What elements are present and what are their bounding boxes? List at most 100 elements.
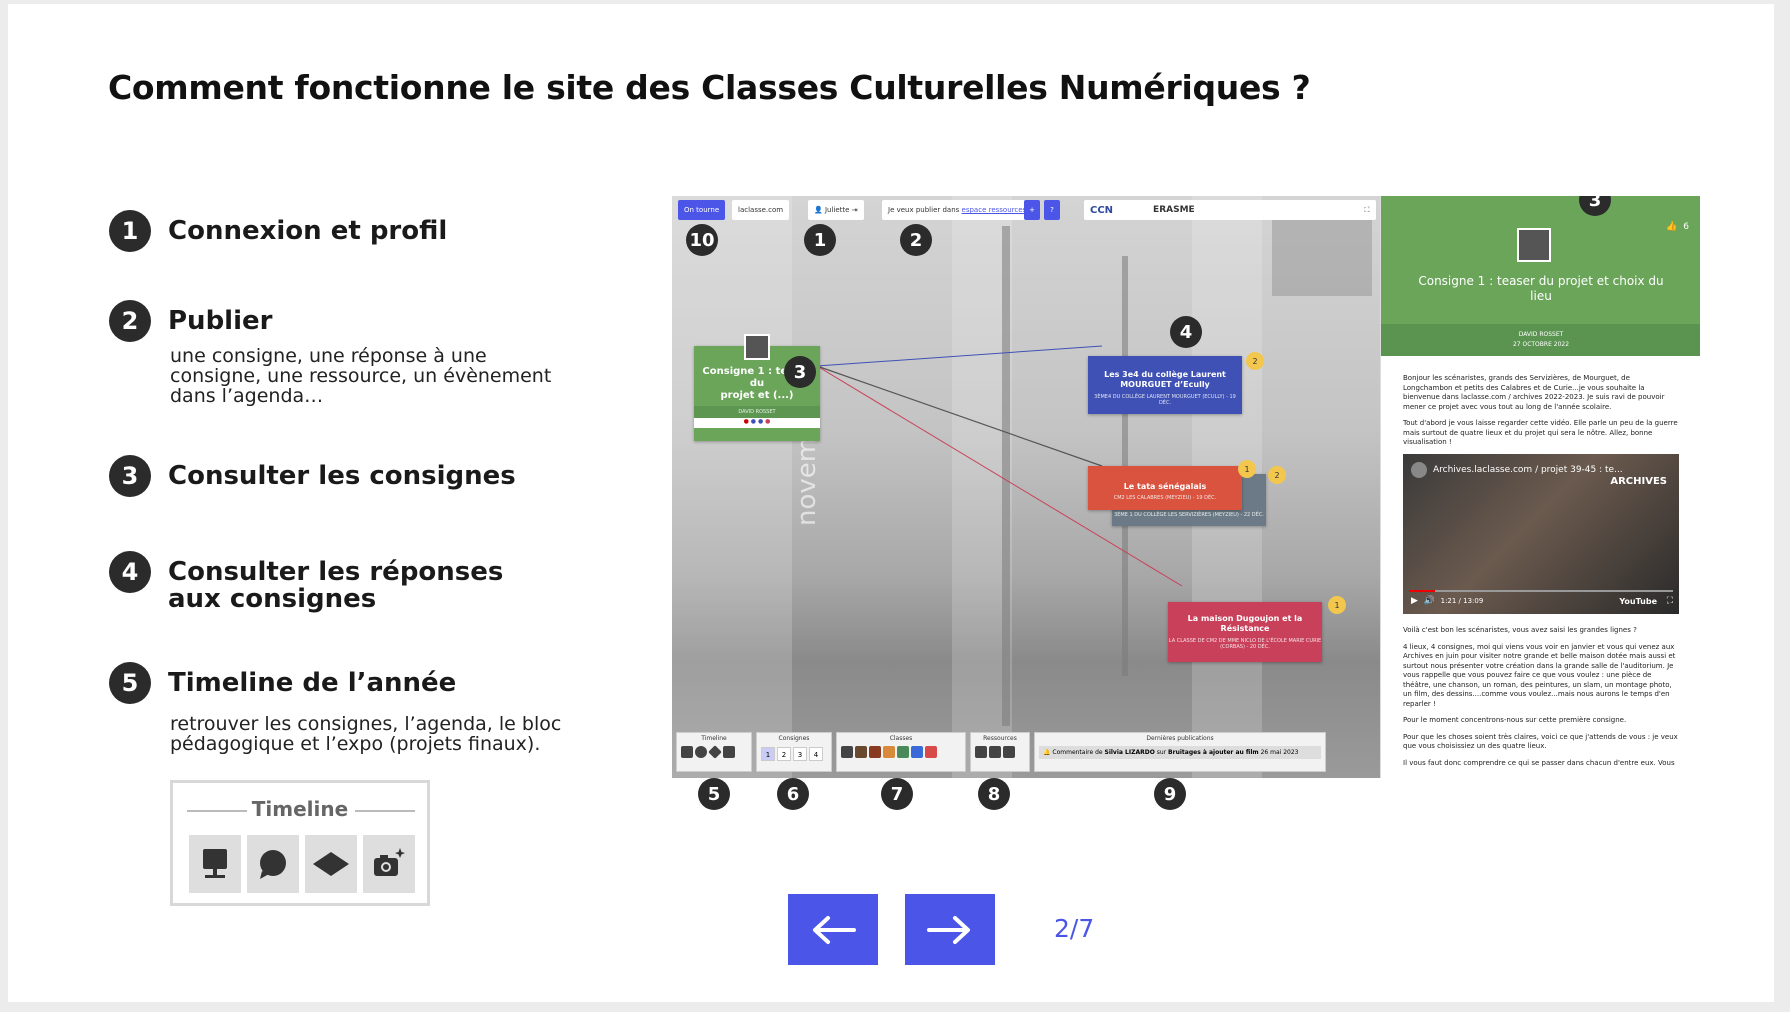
step-2-title: Publier — [168, 306, 273, 336]
step-3-title: Consulter les consignes — [168, 461, 516, 491]
camera-sparkle-icon — [363, 835, 415, 893]
notification-icon: 🔔 — [1043, 749, 1053, 756]
channel-avatar — [1411, 462, 1427, 478]
video-time: 1:21 / 13:09 — [1440, 597, 1484, 605]
page-title: Comment fonctionne le site des Classes C… — [108, 68, 1311, 107]
video-progress[interactable] — [1409, 590, 1673, 592]
avatar — [744, 334, 770, 360]
fullscreen-icon[interactable]: ⛶ — [1667, 596, 1673, 606]
response-card[interactable]: La maison Dugoujon et la Résistance LA C… — [1168, 602, 1322, 662]
video-progress-fill — [1409, 590, 1436, 592]
camera-icon[interactable] — [723, 746, 735, 758]
folder-icon[interactable] — [975, 746, 987, 758]
card-title-line: MOURGUET d’Ecully — [1120, 380, 1210, 389]
annotation-badge: 3 — [784, 356, 816, 388]
youtube-logo[interactable]: YouTube — [1619, 597, 1657, 606]
step-5-desc-line: pédagogique et l’expo (projets finaux). — [170, 733, 541, 755]
step-5-desc: retrouver les consignes, l’agenda, le bl… — [170, 714, 561, 754]
link-line — [816, 345, 1103, 367]
paragraph: Bonjour les scénaristes, grands des Serv… — [1403, 374, 1665, 411]
video-player[interactable]: Archives.laclasse.com / projet 39-45 : t… — [1403, 454, 1679, 614]
annotation-badge: 10 — [686, 224, 718, 256]
color-dots: ● ● ● ● — [694, 418, 820, 428]
consigne-header: 👍 6 Consigne 1 : teaser du projet et cho… — [1381, 196, 1700, 356]
card-subtitle: LA CLASSE DE CM2 DE MME NICLO DE L'ÉCOLE… — [1168, 638, 1322, 650]
consigne-title-line: lieu — [1530, 289, 1552, 303]
consigne-number[interactable]: 1 — [761, 747, 775, 761]
response-card[interactable]: Les 3e4 du collège Laurent MOURGUET d’Ec… — [1088, 356, 1242, 414]
consigne-body: Bonjour les scénaristes, grands des Serv… — [1403, 374, 1679, 455]
consigne-detail-panel: 👍 6 Consigne 1 : teaser du projet et cho… — [1380, 196, 1700, 778]
card-title-line: Les 3e4 du collège Laurent — [1104, 370, 1226, 379]
pub-target: Bruitages à ajouter au film — [1168, 749, 1259, 756]
comment-count: 1 — [1238, 460, 1256, 478]
avatar — [1517, 228, 1551, 262]
consigne-number[interactable]: 4 — [809, 747, 823, 761]
annotation-badge: 2 — [900, 224, 932, 256]
card-author: DAVID ROSSET — [694, 406, 820, 418]
step-2-badge: 2 — [109, 300, 151, 342]
next-button[interactable] — [905, 894, 995, 965]
class-thumbnail[interactable] — [869, 746, 881, 758]
chat-icon[interactable] — [989, 746, 1001, 758]
class-thumbnail[interactable] — [855, 746, 867, 758]
speech-bubble-icon — [247, 835, 299, 893]
likes-count: 6 — [1683, 222, 1689, 232]
response-card[interactable]: Le tata sénégalais CM2 LES CALABRES (MEY… — [1088, 466, 1242, 510]
step-2-desc: une consigne, une réponse à une consigne… — [170, 346, 551, 406]
volume-icon[interactable]: 🔊 — [1424, 596, 1435, 606]
consigne-title: Consigne 1 : teaser du projet et choix d… — [1391, 274, 1691, 304]
speech-bubble-icon[interactable] — [695, 746, 707, 758]
toolbar-label: Timeline — [701, 735, 727, 742]
comment-count: 1 — [1328, 596, 1346, 614]
toolbar-label: Dernières publications — [1146, 735, 1214, 742]
presentation-board-icon[interactable] — [681, 746, 693, 758]
class-thumbnail[interactable] — [883, 746, 895, 758]
thumbs-up-icon: 👍 — [1666, 222, 1684, 232]
basket-icon[interactable] — [1003, 746, 1015, 758]
annotation-badge: 9 — [1154, 778, 1186, 810]
step-1-title: Connexion et profil — [168, 216, 448, 246]
likes[interactable]: 👍 6 — [1666, 222, 1689, 232]
arrow-right-icon — [927, 915, 970, 944]
dernieres-publications: Dernières publications 🔔 Commentaire de … — [1034, 732, 1326, 772]
consigne-number[interactable]: 3 — [793, 747, 807, 761]
card-title-line: projet et (...) — [720, 390, 794, 401]
class-thumbnail[interactable] — [897, 746, 909, 758]
annotation-badge: 5 — [698, 778, 730, 810]
step-4-title-line: aux consignes — [168, 584, 377, 614]
video-controls: ▶ 🔊 1:21 / 13:09 — [1411, 596, 1483, 606]
previous-button[interactable] — [788, 894, 878, 965]
consigne-number[interactable]: 2 — [777, 747, 791, 761]
pub-author: Silvia LIZARDO — [1104, 749, 1155, 756]
paragraph: Il vous faut donc comprendre ce qui se p… — [1403, 758, 1675, 767]
annotation-badge: 7 — [881, 778, 913, 810]
step-5-badge: 5 — [109, 662, 151, 704]
app-screenshot: novembre On tourne laclasse.com 👤 Juliet… — [672, 196, 1700, 778]
play-icon[interactable]: ▶ — [1411, 596, 1418, 606]
graduation-cap-icon — [305, 835, 357, 893]
toolbar-label: Consignes — [778, 735, 810, 742]
card-subtitle: 3ÈME4 DU COLLÈGE LAURENT MOURGUET (ECULL… — [1094, 394, 1236, 406]
consigne-meta: DAVID ROSSET 27 OCTOBRE 2022 — [1381, 324, 1700, 356]
paragraph: Pour que les choses soient très claires,… — [1403, 732, 1678, 751]
card-title-line: Résistance — [1220, 624, 1270, 633]
pub-prefix: Commentaire de — [1052, 749, 1103, 756]
class-thumbnail[interactable] — [911, 746, 923, 758]
timeline-toolbar: Timeline — [676, 732, 752, 772]
paragraph: Pour le moment concentrons-nous sur cett… — [1403, 716, 1627, 724]
card-title: Le tata sénégalais — [1123, 482, 1207, 491]
card-subtitle: 3ÈME 1 DU COLLÈGE LES SERVIZIÈRES (MEYZI… — [1114, 512, 1264, 518]
last-publication[interactable]: 🔔 Commentaire de Silvia LIZARDO sur Brui… — [1039, 746, 1321, 759]
consigne-date: 27 OCTOBRE 2022 — [1512, 341, 1570, 348]
step-4-badge: 4 — [109, 551, 151, 593]
arrow-left-icon — [813, 915, 856, 944]
paragraph: Tout d'abord je vous laisse regarder cet… — [1403, 419, 1678, 446]
comment-count: 2 — [1246, 352, 1264, 370]
step-3-badge: 3 — [109, 455, 151, 497]
group-icon[interactable] — [841, 746, 853, 758]
consigne-body-continued: Voilà c'est bon les scénaristes, vous av… — [1403, 626, 1679, 775]
graduation-cap-icon[interactable] — [708, 745, 722, 759]
step-4-title-line: Consulter les réponses — [168, 557, 504, 587]
class-thumbnail[interactable] — [925, 746, 937, 758]
